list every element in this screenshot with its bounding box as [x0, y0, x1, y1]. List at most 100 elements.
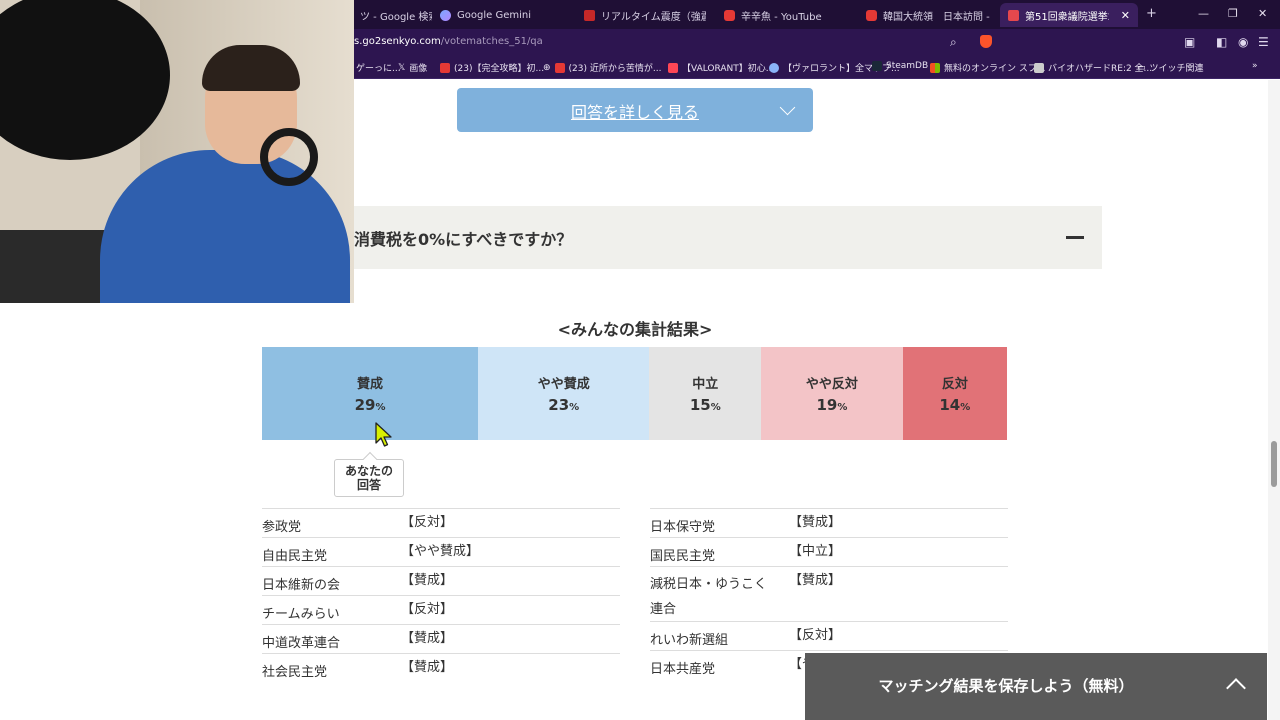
valorant-icon: [668, 62, 678, 73]
bookmark-label: 画像: [409, 64, 428, 74]
party-row: 減税日本・ゆうこく連合 【賛成】: [650, 566, 1008, 621]
question-header[interactable]: 消費税を0%にすべきですか？: [262, 206, 1102, 269]
party-stance: 【賛成】: [401, 631, 454, 646]
save-results-banner[interactable]: マッチング結果を保存しよう（無料）: [805, 653, 1267, 720]
bookmark-label: 【VALORANT】初心...: [682, 64, 775, 74]
result-percent: 29%: [354, 396, 386, 414]
party-row: 日本維新の会 【賛成】: [262, 566, 620, 595]
screenshot-icon[interactable]: ▣: [1184, 35, 1195, 49]
party-row: 社会民主党 【賛成】: [262, 653, 620, 682]
party-row: 日本保守党 【賛成】: [650, 508, 1008, 537]
tab-go2senkyo[interactable]: 第51回衆議院選挙2026 投 ✕: [1000, 3, 1138, 27]
tab-youtube-1[interactable]: 辛辛魚 - YouTube: [716, 3, 846, 27]
zoom-icon[interactable]: ⌕: [950, 35, 957, 50]
tab-gemini[interactable]: Google Gemini: [432, 3, 562, 27]
chevron-up-icon[interactable]: [1226, 678, 1246, 698]
tab-title: リアルタイム震度（強震モニタ）: [601, 11, 706, 23]
result-percent: 23%: [548, 396, 580, 414]
bookmark-item[interactable]: (23)【完全攻略】初...: [440, 61, 544, 74]
new-tab-button[interactable]: +: [1146, 6, 1157, 21]
party-stance: 【賛成】: [789, 573, 842, 588]
webcam-overlay: [0, 0, 354, 303]
your-answer-label: 回答: [356, 478, 381, 492]
bookmark-item[interactable]: ゲーっに...: [356, 61, 401, 74]
party-row: チームみらい 【反対】: [262, 595, 620, 624]
menu-icon[interactable]: ☰: [1258, 35, 1269, 49]
party-name: 減税日本・ゆうこく連合: [650, 577, 768, 617]
url-host: s.go2senkyo.com: [354, 36, 441, 47]
question-text: 消費税を0%にすべきですか？: [354, 230, 573, 249]
bookmark-item[interactable]: 無料のオンライン スプ...: [930, 61, 1045, 74]
bookmark-label: (23)【完全攻略】初...: [454, 64, 545, 74]
more-bookmarks-icon[interactable]: »: [1252, 61, 1258, 71]
bookmark-folder[interactable]: ▭ ツイッチ関連: [1137, 61, 1204, 75]
result-label: 反対: [941, 377, 968, 392]
party-stance: 【反対】: [401, 602, 454, 617]
brave-shield-icon[interactable]: [980, 35, 992, 48]
microsoft-icon: [930, 62, 940, 73]
tab-title: Google Gemini: [457, 9, 531, 21]
extensions-icon[interactable]: ◉: [1238, 35, 1248, 49]
result-percent: 15%: [689, 396, 721, 414]
steamdb-icon: [872, 61, 882, 71]
result-label: やや反対: [805, 377, 858, 392]
bookmark-item[interactable]: バイオハザードRE:2 全...: [1034, 61, 1152, 74]
result-percent: 14%: [939, 396, 971, 414]
tab-seismic-monitor[interactable]: リアルタイム震度（強震モニタ）: [576, 3, 706, 27]
url-field[interactable]: s.go2senkyo.com/votematches_51/qa: [354, 36, 543, 47]
youtube-icon: [554, 62, 565, 73]
party-stance: 【反対】: [401, 515, 454, 530]
tab-title: 辛辛魚 - YouTube: [741, 11, 822, 23]
bookmark-item[interactable]: 【VALORANT】初心...: [668, 61, 774, 74]
result-label: 賛成: [357, 377, 384, 392]
bookmark-label: ツイッチ関連: [1149, 64, 1204, 74]
party-list-left: 参政党 【反対】 自由民主党 【やや賛成】 日本維新の会 【賛成】 チームみらい 【反対】 中道…: [262, 508, 620, 682]
restore-icon[interactable]: ❐: [1228, 7, 1238, 20]
party-row: れいわ新選組 【反対】: [650, 621, 1008, 650]
party-stance: 【賛成】: [401, 573, 454, 588]
bookmark-item[interactable]: SteamDB: [872, 61, 928, 71]
youtube-icon: [866, 9, 877, 21]
bookmark-item[interactable]: 𝕏 画像: [398, 61, 428, 75]
your-answer-label: あなたの: [344, 464, 393, 478]
page-scrollbar[interactable]: [1268, 80, 1280, 720]
party-stance: 【やや賛成】: [401, 544, 480, 559]
mouse-cursor-icon: [375, 422, 392, 447]
bookmark-item[interactable]: ⊕ (23) 近所から苦情が...: [543, 61, 661, 74]
youtube-icon: [724, 9, 735, 21]
tab-google-search[interactable]: ツ - Google 検索: [352, 3, 432, 27]
sidebar-icon[interactable]: ◧: [1216, 35, 1227, 49]
bookmark-label: 無料のオンライン スプ...: [944, 64, 1046, 74]
youtube-icon: [440, 62, 450, 73]
tab-title: 第51回衆議院選挙2026 投: [1025, 11, 1109, 23]
result-segment: 反対 14%: [902, 347, 1007, 440]
party-name: 社会民主党: [262, 665, 328, 680]
party-stance: 【賛成】: [789, 515, 842, 530]
tab-title: ツ - Google 検索: [360, 11, 432, 23]
party-stance: 【中立】: [789, 544, 842, 559]
your-answer-marker: あなたの 回答: [334, 459, 404, 497]
seismic-icon: [584, 9, 595, 21]
site-icon: [1034, 62, 1044, 73]
bookmark-label: ゲーっに...: [356, 64, 401, 74]
result-label: やや賛成: [537, 377, 590, 392]
close-window-icon[interactable]: ✕: [1258, 7, 1267, 20]
results-title: <みんなの集計結果>: [557, 320, 713, 339]
go2senkyo-icon: [1008, 9, 1019, 21]
show-answer-details-button[interactable]: 回答を詳しく見る: [457, 88, 813, 132]
x-icon: 𝕏: [398, 62, 406, 73]
result-segment: 賛成 29%: [262, 347, 479, 440]
close-tab-icon[interactable]: ✕: [1121, 9, 1130, 22]
bookmark-label: (23) 近所から苦情が...: [568, 64, 662, 74]
save-banner-text: マッチング結果を保存しよう（無料）: [878, 677, 1134, 695]
tab-title: 韓国大統領 日本訪問 - YouT: [883, 11, 992, 23]
result-label: 中立: [692, 377, 719, 392]
party-row: 中道改革連合 【賛成】: [262, 624, 620, 653]
tab-youtube-2[interactable]: 韓国大統領 日本訪問 - YouT: [858, 3, 992, 27]
collapse-icon[interactable]: [1066, 236, 1084, 239]
url-path: /votematches_51/qa: [440, 36, 543, 47]
scrollbar-thumb[interactable]: [1271, 441, 1277, 487]
gemini-icon: [440, 9, 451, 21]
minimize-icon[interactable]: —: [1198, 7, 1209, 20]
site-icon: [769, 62, 779, 73]
